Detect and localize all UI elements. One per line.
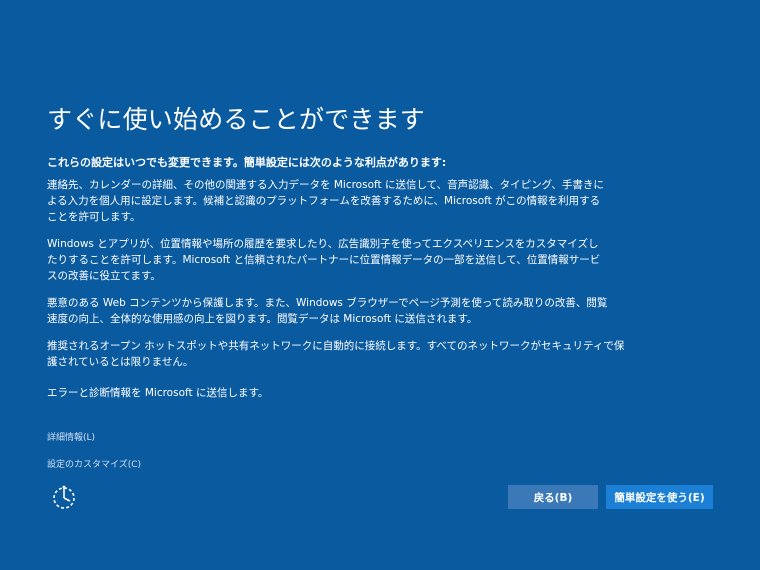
paragraph-input-personalization: 連絡先、カレンダーの詳細、その他の関連する入力データを Microsoft に送… xyxy=(47,177,604,225)
customize-settings-link[interactable]: 設定のカスタマイズ(C) xyxy=(47,457,141,470)
paragraph-line: よる入力を個人用に設定します。候補と認識のプラットフォームを改善するために、Mi… xyxy=(47,195,601,207)
ease-of-access-icon[interactable] xyxy=(51,484,79,512)
subtitle: これらの設定はいつでも変更できます。簡単設定には次のような利点があります: xyxy=(47,156,447,169)
paragraph-line: 悪意のある Web コンテンツから保護します。また、Windows ブラウザーで… xyxy=(47,297,608,309)
page-title: すぐに使い始めることができます xyxy=(47,105,426,134)
back-button[interactable]: 戻る(B) xyxy=(508,485,598,509)
paragraph-browser-protection: 悪意のある Web コンテンツから保護します。また、Windows ブラウザーで… xyxy=(47,295,608,327)
paragraph-line: Windows とアプリが、位置情報や場所の履歴を要求したり、広告識別子を使って… xyxy=(47,238,599,250)
use-express-settings-button[interactable]: 簡単設定を使う(E) xyxy=(606,485,713,509)
paragraph-line: エラーと診断情報を Microsoft に送信します。 xyxy=(47,387,269,399)
more-info-link[interactable]: 詳細情報(L) xyxy=(47,430,95,443)
paragraph-network: 推奨されるオープン ホットスポットや共有ネットワークに自動的に接続します。すべて… xyxy=(47,338,625,370)
paragraph-location: Windows とアプリが、位置情報や場所の履歴を要求したり、広告識別子を使って… xyxy=(47,236,601,284)
paragraph-line: ことを許可します。 xyxy=(47,211,141,223)
paragraph-line: スの改善に役立てます。 xyxy=(47,270,161,282)
paragraph-line: 速度の向上、全体的な使用感の向上を図ります。閲覧データは Microsoft に… xyxy=(47,313,478,325)
paragraph-line: たりすることを許可します。Microsoft と信頼されたパートナーに位置情報デ… xyxy=(47,254,601,266)
setup-screen: すぐに使い始めることができます これらの設定はいつでも変更できます。簡単設定には… xyxy=(0,0,760,570)
paragraph-line: 護されているとは限りません。 xyxy=(47,356,194,368)
paragraph-line: 推奨されるオープン ホットスポットや共有ネットワークに自動的に接続します。すべて… xyxy=(47,340,625,352)
paragraph-diagnostics: エラーと診断情報を Microsoft に送信します。 xyxy=(47,385,557,401)
paragraph-line: 連絡先、カレンダーの詳細、その他の関連する入力データを Microsoft に送… xyxy=(47,179,604,191)
